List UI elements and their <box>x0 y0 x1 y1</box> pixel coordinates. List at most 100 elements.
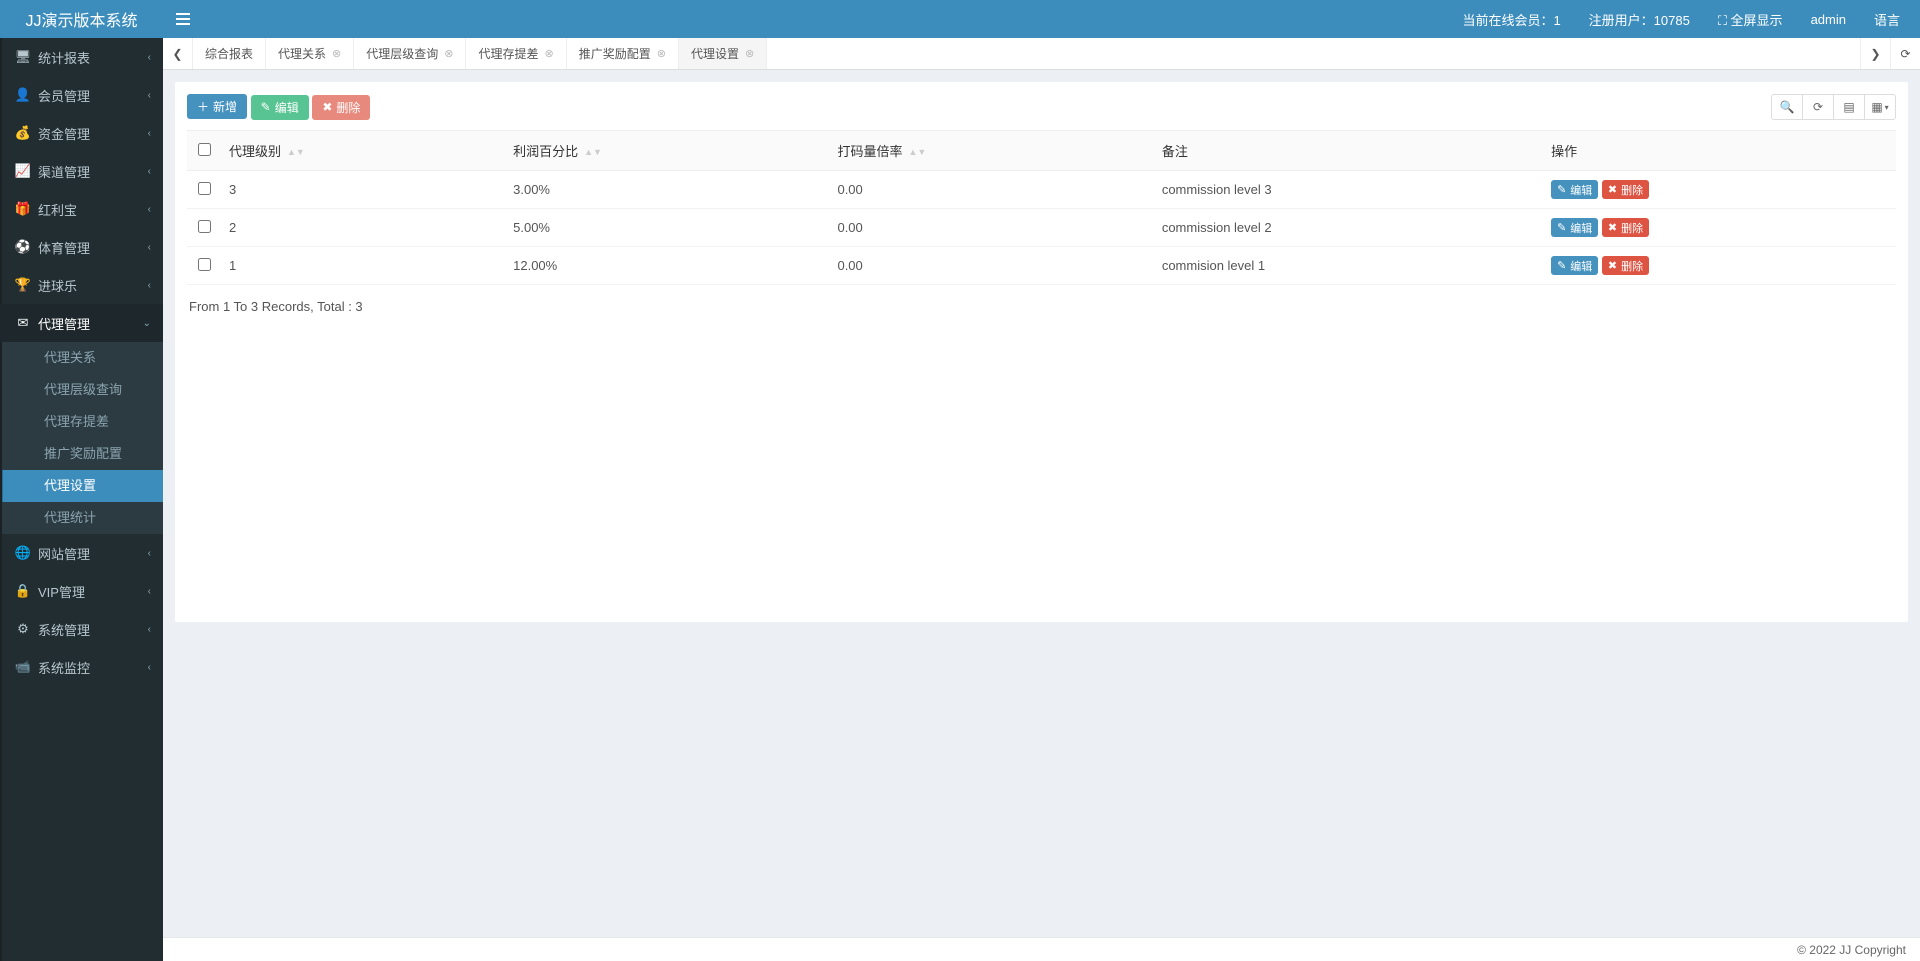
close-icon[interactable]: ⊗ <box>444 47 453 60</box>
row-checkbox[interactable] <box>198 220 211 233</box>
row-delete-button[interactable]: ✖删除 <box>1602 256 1649 275</box>
cell-level: 3 <box>221 171 505 209</box>
tab-label: 代理存提差 <box>478 45 538 62</box>
menu-icon: 👤 <box>14 87 32 103</box>
edit-button[interactable]: ✎编辑 <box>251 95 309 120</box>
chevron-down-icon: ▾ <box>1885 103 1889 112</box>
tab[interactable]: 代理存提差 ⊗ <box>466 38 566 69</box>
table-row: 112.00%0.00commision level 1✎编辑 ✖删除 <box>187 247 1896 285</box>
fullscreen-button[interactable]: ⛶ 全屏显示 <box>1718 10 1783 29</box>
close-icon[interactable]: ⊗ <box>657 47 666 60</box>
sort-icon: ▲▼ <box>287 150 305 155</box>
columns-button[interactable]: ▦▾ <box>1864 94 1896 120</box>
row-edit-button[interactable]: ✎编辑 <box>1551 218 1598 237</box>
menu-toggle[interactable] <box>163 13 203 25</box>
cell-percent: 5.00% <box>505 209 829 247</box>
menu-label: 代理管理 <box>38 314 90 333</box>
tab[interactable]: 综合报表⊗ <box>193 38 266 69</box>
sidebar: 🖥统计报表‹👤会员管理‹💰资金管理‹📈渠道管理‹🎁红利宝‹⚽体育管理‹🏆进球乐‹… <box>0 38 163 961</box>
sidebar-item[interactable]: 🔒VIP管理‹ <box>0 572 163 610</box>
sort-icon: ▲▼ <box>908 150 926 155</box>
tab[interactable]: 推广奖励配置 ⊗ <box>567 38 679 69</box>
close-icon[interactable]: ⊗ <box>332 47 341 60</box>
sidebar-item[interactable]: 🖥统计报表‹ <box>0 38 163 76</box>
footer: © 2022 JJ Copyright <box>163 937 1920 961</box>
sort-icon: ▲▼ <box>584 150 602 155</box>
sidebar-item[interactable]: 📈渠道管理‹ <box>0 152 163 190</box>
toggle-button[interactable]: ▤ <box>1833 94 1865 120</box>
sidebar-item[interactable]: 📹 系统监控 ‹ <box>0 648 163 686</box>
add-button[interactable]: ＋新增 <box>187 94 247 119</box>
chevron-icon: ‹ <box>148 128 151 139</box>
cell-note: commission level 2 <box>1154 209 1543 247</box>
sidebar-subitem[interactable]: 推广奖励配置 <box>0 438 163 470</box>
header: JJ演示版本系统 当前在线会员：1 注册用户：10785 ⛶ 全屏显示 admi… <box>0 0 1920 38</box>
menu-label: 进球乐 <box>38 276 77 295</box>
sidebar-item[interactable]: 🎁红利宝‹ <box>0 190 163 228</box>
col-percent[interactable]: 利润百分比▲▼ <box>505 131 829 171</box>
cell-note: commission level 3 <box>1154 171 1543 209</box>
cell-note: commision level 1 <box>1154 247 1543 285</box>
sidebar-subitem[interactable]: 代理设置 <box>0 470 163 502</box>
row-checkbox[interactable] <box>198 258 211 271</box>
menu-label: 系统管理 <box>38 620 90 639</box>
online-users: 当前在线会员：1 <box>1462 10 1560 29</box>
menu-label: 体育管理 <box>38 238 90 257</box>
menu-label: 资金管理 <box>38 124 90 143</box>
delete-button[interactable]: ✖删除 <box>312 95 370 120</box>
tab-label: 推广奖励配置 <box>579 45 651 62</box>
tab-label: 综合报表 <box>205 45 253 62</box>
sidebar-item[interactable]: 👤会员管理‹ <box>0 76 163 114</box>
tab-scroll-left[interactable]: ❮ <box>163 38 193 69</box>
menu-label: 红利宝 <box>38 200 77 219</box>
search-button[interactable]: 🔍 <box>1771 94 1803 120</box>
sidebar-item[interactable]: ✉代理管理⌄ <box>0 304 163 342</box>
row-checkbox[interactable] <box>198 182 211 195</box>
select-all-checkbox[interactable] <box>198 143 211 156</box>
menu-icon: 🎁 <box>14 201 32 217</box>
refresh-icon: ⟳ <box>1813 100 1823 114</box>
sidebar-item[interactable]: 🏆进球乐‹ <box>0 266 163 304</box>
user-menu[interactable]: admin <box>1811 12 1846 27</box>
bars-icon <box>176 13 190 25</box>
col-rate[interactable]: 打码量倍率▲▼ <box>829 131 1153 171</box>
language-menu[interactable]: 语言 <box>1874 10 1900 29</box>
sidebar-item[interactable]: 🌐网站管理‹ <box>0 534 163 572</box>
menu-icon: 🏆 <box>14 277 32 293</box>
tab-scroll-right[interactable]: ❯ <box>1860 38 1890 69</box>
sidebar-item[interactable]: 💰资金管理‹ <box>0 114 163 152</box>
sidebar-subitem[interactable]: 代理统计 <box>0 502 163 534</box>
row-edit-button[interactable]: ✎编辑 <box>1551 256 1598 275</box>
sidebar-item[interactable]: ⚙系统管理‹ <box>0 610 163 648</box>
sidebar-subitem[interactable]: 代理存提差 <box>0 406 163 438</box>
row-delete-button[interactable]: ✖删除 <box>1602 180 1649 199</box>
table-row: 25.00%0.00commission level 2✎编辑 ✖删除 <box>187 209 1896 247</box>
data-table: 代理级别▲▼ 利润百分比▲▼ 打码量倍率▲▼ 备注 操作 33.00%0.00c… <box>187 130 1896 285</box>
sidebar-item[interactable]: ⚽体育管理‹ <box>0 228 163 266</box>
tab-refresh[interactable]: ⟳ <box>1890 38 1920 69</box>
tab[interactable]: 代理层级查询⊗ <box>354 38 466 69</box>
menu-label: 统计报表 <box>38 48 90 67</box>
chevron-icon: ‹ <box>148 624 151 635</box>
tab-label: 代理关系 <box>278 45 326 62</box>
tab[interactable]: 代理关系 ⊗ <box>266 38 354 69</box>
sidebar-subitem[interactable]: 代理层级查询 <box>0 374 163 406</box>
col-level[interactable]: 代理级别▲▼ <box>221 131 505 171</box>
chevron-icon: ‹ <box>148 52 151 63</box>
close-icon[interactable]: ⊗ <box>745 47 754 60</box>
refresh-button[interactable]: ⟳ <box>1802 94 1834 120</box>
chevron-icon: ‹ <box>148 242 151 253</box>
menu-icon: 📹 <box>14 659 32 675</box>
chevron-icon: ‹ <box>148 662 151 673</box>
close-icon[interactable]: ⊗ <box>545 47 554 60</box>
row-edit-button[interactable]: ✎编辑 <box>1551 180 1598 199</box>
menu-label: 渠道管理 <box>38 162 90 181</box>
tab[interactable]: 代理设置⊗ <box>679 38 767 69</box>
menu-icon: 📈 <box>14 163 32 179</box>
search-icon: 🔍 <box>1780 100 1795 114</box>
chevron-icon: ‹ <box>148 586 151 597</box>
row-delete-button[interactable]: ✖删除 <box>1602 218 1649 237</box>
menu-label: 系统监控 <box>38 658 90 677</box>
cell-rate: 0.00 <box>829 209 1153 247</box>
sidebar-subitem[interactable]: 代理关系 <box>0 342 163 374</box>
